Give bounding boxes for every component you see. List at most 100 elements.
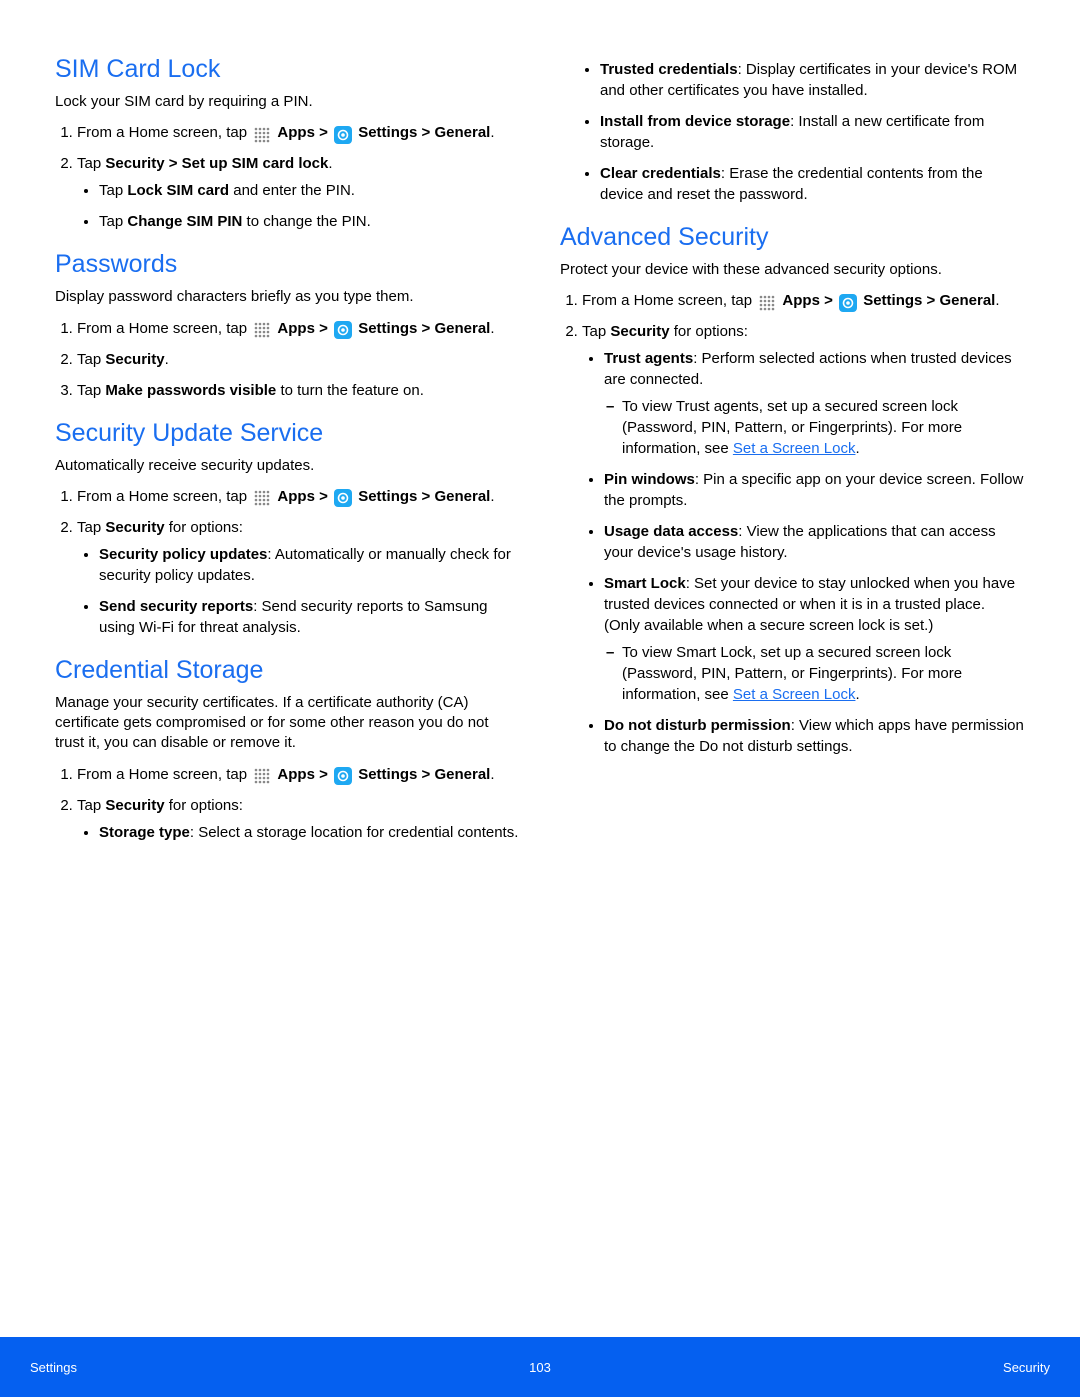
bullet-item: Install from device storage: Install a n… xyxy=(600,111,1025,153)
text: Tap xyxy=(77,155,105,172)
text: . xyxy=(490,320,494,337)
bullet-item: Tap Change SIM PIN to change the PIN. xyxy=(99,211,520,232)
text: . xyxy=(995,292,999,309)
step-item: Tap Security for options: Trust agents: … xyxy=(582,321,1025,757)
settings-gear-icon xyxy=(334,126,352,144)
text: > xyxy=(422,488,435,505)
intro-text: Display password characters briefly as y… xyxy=(55,287,520,307)
text: . xyxy=(490,766,494,783)
text: Clear credentials xyxy=(600,165,721,182)
bullet-item: Do not disturb permission: View which ap… xyxy=(604,715,1025,757)
text: From a Home screen, tap xyxy=(77,320,251,337)
settings-gear-icon xyxy=(839,294,857,312)
bullet-item: Tap Lock SIM card and enter the PIN. xyxy=(99,180,520,201)
bullet-item: Usage data access: View the applications… xyxy=(604,521,1025,563)
heading-credential-storage: Credential Storage xyxy=(55,656,520,685)
text: Security xyxy=(105,519,164,536)
text: Usage data access xyxy=(604,523,738,540)
text: From a Home screen, tap xyxy=(77,488,251,505)
step-item: Tap Make passwords visible to turn the f… xyxy=(77,380,520,401)
text: General xyxy=(939,292,995,309)
text: > xyxy=(319,124,332,141)
apps-label: Apps xyxy=(782,292,820,309)
text: > xyxy=(319,320,332,337)
text: From a Home screen, tap xyxy=(582,292,756,309)
text: for options: xyxy=(670,323,748,340)
apps-grid-icon xyxy=(253,126,271,144)
text: General xyxy=(434,124,490,141)
text: : Select a storage location for credenti… xyxy=(190,824,519,841)
right-column: Trusted credentials: Display certificate… xyxy=(560,55,1025,855)
heading-advanced-security: Advanced Security xyxy=(560,223,1025,252)
text: Tap xyxy=(99,213,127,230)
bullet-item: Storage type: Select a storage location … xyxy=(99,822,520,843)
footer-left: Settings xyxy=(30,1360,77,1375)
text: Security policy updates xyxy=(99,546,267,563)
text: for options: xyxy=(165,519,243,536)
intro-text: Manage your security certificates. If a … xyxy=(55,693,520,754)
text: Tap xyxy=(582,323,610,340)
text: > xyxy=(422,320,435,337)
steps-list: From a Home screen, tap Apps > Settings … xyxy=(55,486,520,638)
text: > xyxy=(927,292,940,309)
set-screen-lock-link[interactable]: Set a Screen Lock xyxy=(733,686,856,703)
step-item: Tap Security for options: Security polic… xyxy=(77,517,520,638)
text: General xyxy=(434,488,490,505)
bullet-item: Smart Lock: Set your device to stay unlo… xyxy=(604,573,1025,705)
settings-label: Settings xyxy=(863,292,922,309)
apps-grid-icon xyxy=(758,294,776,312)
bullet-list: Trusted credentials: Display certificate… xyxy=(560,59,1025,205)
left-column: SIM Card Lock Lock your SIM card by requ… xyxy=(55,55,520,855)
steps-list: From a Home screen, tap Apps > Settings … xyxy=(560,290,1025,757)
text: General xyxy=(434,320,490,337)
intro-text: Automatically receive security updates. xyxy=(55,456,520,476)
apps-grid-icon xyxy=(253,767,271,785)
apps-label: Apps xyxy=(277,766,315,783)
bullet-item: Security policy updates: Automatically o… xyxy=(99,544,520,586)
step-item: Tap Security for options: Storage type: … xyxy=(77,795,520,843)
steps-list: From a Home screen, tap Apps > Settings … xyxy=(55,318,520,401)
set-screen-lock-link[interactable]: Set a Screen Lock xyxy=(733,440,856,457)
text: Do not disturb permission xyxy=(604,717,791,734)
text: for options: xyxy=(165,797,243,814)
text: . xyxy=(328,155,332,172)
settings-label: Settings xyxy=(358,766,417,783)
text: Tap xyxy=(77,382,105,399)
text: Send security reports xyxy=(99,598,253,615)
footer-page-number: 103 xyxy=(529,1360,551,1375)
heading-security-update-service: Security Update Service xyxy=(55,419,520,448)
step-item: Tap Security. xyxy=(77,349,520,370)
text: Tap xyxy=(77,797,105,814)
bullet-list: Trust agents: Perform selected actions w… xyxy=(582,348,1025,757)
step-item: From a Home screen, tap Apps > Settings … xyxy=(77,486,520,507)
bullet-list: Tap Lock SIM card and enter the PIN. Tap… xyxy=(77,180,520,232)
sub-list: To view Trust agents, set up a secured s… xyxy=(604,396,1025,459)
settings-gear-icon xyxy=(334,321,352,339)
steps-list: From a Home screen, tap Apps > Settings … xyxy=(55,122,520,232)
text: Make passwords visible xyxy=(105,382,276,399)
text: Storage type xyxy=(99,824,190,841)
text: Tap xyxy=(77,351,105,368)
intro-text: Lock your SIM card by requiring a PIN. xyxy=(55,92,520,112)
text: > xyxy=(319,488,332,505)
text: Install from device storage xyxy=(600,113,790,130)
text: Tap xyxy=(99,182,127,199)
bullet-list: Storage type: Select a storage location … xyxy=(77,822,520,843)
text: General xyxy=(434,766,490,783)
text: Trusted credentials xyxy=(600,61,738,78)
text: Security > Set up SIM card lock xyxy=(105,155,328,172)
step-item: From a Home screen, tap Apps > Settings … xyxy=(77,318,520,339)
page-footer: Settings 103 Security xyxy=(0,1337,1080,1397)
step-item: From a Home screen, tap Apps > Settings … xyxy=(582,290,1025,311)
settings-label: Settings xyxy=(358,320,417,337)
text: > xyxy=(422,766,435,783)
text: . xyxy=(855,440,859,457)
text: to turn the feature on. xyxy=(276,382,424,399)
text: . xyxy=(490,488,494,505)
heading-passwords: Passwords xyxy=(55,250,520,279)
text: Security xyxy=(105,351,164,368)
steps-list: From a Home screen, tap Apps > Settings … xyxy=(55,764,520,843)
apps-grid-icon xyxy=(253,321,271,339)
settings-label: Settings xyxy=(358,488,417,505)
text: From a Home screen, tap xyxy=(77,766,251,783)
